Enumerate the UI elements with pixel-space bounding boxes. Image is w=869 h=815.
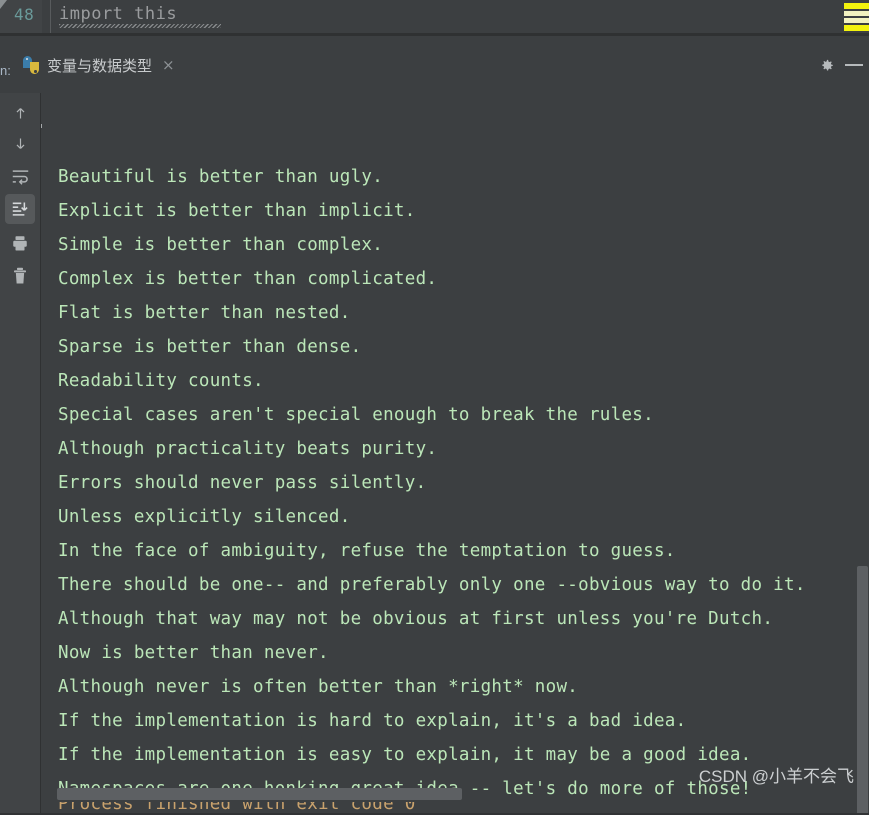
output-line: Special cases aren't special enough to b… <box>58 405 654 425</box>
close-icon[interactable]: × <box>159 57 178 73</box>
output-line: Although never is often better than *rig… <box>58 677 579 697</box>
marker-warning-3[interactable] <box>844 18 869 23</box>
editor-strip: 48 import this <box>0 0 869 33</box>
output-line: Although practicality beats purity. <box>58 439 438 459</box>
console-horizontal-scrollbar-thumb[interactable] <box>57 788 462 800</box>
output-line: Although that way may not be obvious at … <box>58 609 774 629</box>
line-number: 48 <box>14 5 35 24</box>
trash-icon[interactable] <box>5 261 35 291</box>
scroll-to-end-icon[interactable] <box>5 194 35 224</box>
python-file-icon <box>22 56 40 74</box>
run-panel-header: n: 变量与数据类型 × <box>0 36 869 128</box>
output-line: If the implementation is easy to explain… <box>58 745 752 765</box>
down-arrow-icon[interactable] <box>5 128 35 158</box>
output-line: Explicit is better than implicit. <box>58 201 416 221</box>
output-line: Errors should never pass silently. <box>58 473 427 493</box>
editor-gutter[interactable]: 48 <box>0 0 42 33</box>
editor-marker-bar[interactable] <box>844 0 869 33</box>
marker-warning-4[interactable] <box>844 25 869 31</box>
up-arrow-icon[interactable] <box>5 98 35 128</box>
run-side-toolbar <box>0 93 41 815</box>
run-tab-title: 变量与数据类型 <box>47 57 153 75</box>
soft-wrap-icon[interactable] <box>5 161 35 191</box>
output-line: In the face of ambiguity, refuse the tem… <box>58 541 676 561</box>
output-line: Readability counts. <box>58 371 264 391</box>
collapse-arrow-icon[interactable] <box>0 0 7 9</box>
output-line: There should be one-- and preferably onl… <box>58 575 806 595</box>
output-line: Beautiful is better than ugly. <box>58 167 384 187</box>
print-icon[interactable] <box>5 228 35 258</box>
ide-window: 48 import this n: 变量与数据类型 × Beautiful is… <box>0 0 869 815</box>
gear-icon[interactable] <box>818 57 835 74</box>
output-line: Flat is better than nested. <box>58 303 351 323</box>
output-line: Unless explicitly silenced. <box>58 507 351 527</box>
output-line: Complex is better than complicated. <box>58 269 438 289</box>
run-tab[interactable]: 变量与数据类型 × <box>14 50 184 80</box>
output-line: Now is better than never. <box>58 643 329 663</box>
marker-warning-1[interactable] <box>844 3 869 9</box>
code-line-import[interactable]: import this <box>59 4 177 24</box>
gutter-divider <box>50 0 51 33</box>
console-vertical-scrollbar-thumb[interactable] <box>857 566 868 815</box>
output-line: Simple is better than complex. <box>58 235 384 255</box>
output-line: If the implementation is hard to explain… <box>58 711 687 731</box>
run-tool-window: n: 变量与数据类型 × Beautiful is better than ug… <box>0 36 869 815</box>
console-horizontal-scrollbar[interactable] <box>42 787 869 801</box>
marker-warning-2[interactable] <box>844 11 869 16</box>
output-line: Sparse is better than dense. <box>58 337 362 357</box>
warning-squiggle-underline <box>59 24 221 28</box>
run-panel-label: n: <box>0 63 11 78</box>
console-vertical-scrollbar[interactable] <box>856 93 869 815</box>
watermark: CSDN @小羊不会飞 <box>698 767 854 786</box>
minimize-icon[interactable] <box>845 64 863 66</box>
run-console-output[interactable]: Beautiful is better than ugly. Explicit … <box>42 93 869 815</box>
